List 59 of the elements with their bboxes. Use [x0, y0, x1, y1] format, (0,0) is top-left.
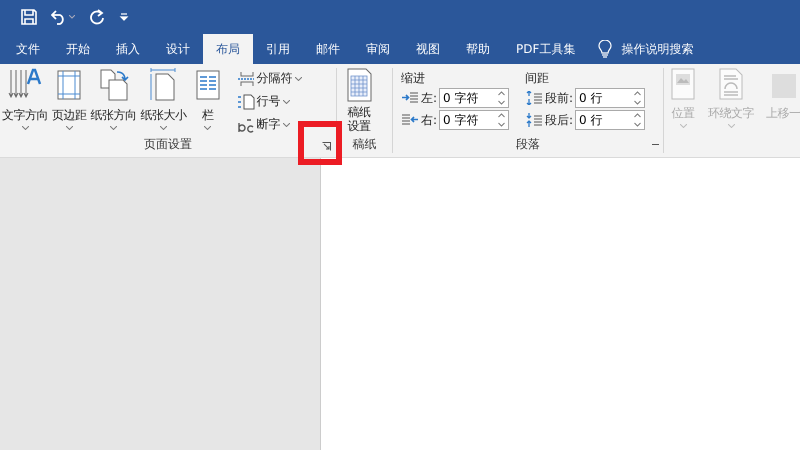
spin-field[interactable]: 0 字符 [439, 110, 510, 130]
spin-field[interactable]: 0 行 [575, 88, 646, 108]
spinner-arrows-icon[interactable] [498, 91, 506, 105]
ribbon-tab[interactable]: 文件 [3, 34, 53, 64]
caret-icon[interactable] [69, 15, 75, 19]
chevron-icon [728, 124, 734, 128]
ribbon-button[interactable]: 行号 [234, 91, 304, 112]
ribbon-tab[interactable]: 引用 [253, 34, 303, 64]
position-icon [670, 68, 696, 100]
spinner-arrows-icon[interactable] [498, 113, 506, 127]
ribbon-tab[interactable]: 视图 [403, 34, 453, 64]
field-label: 左: [421, 90, 438, 106]
line-numbers-icon [236, 94, 254, 110]
hyphenation-icon [236, 116, 254, 132]
ribbon-tab[interactable]: 布局 [203, 34, 253, 64]
spin-field[interactable]: 0 行 [575, 110, 646, 130]
button-label: 稿纸 [348, 105, 370, 119]
group-label: 稿纸 [352, 136, 376, 152]
group-label: 页面设置 [144, 136, 192, 152]
ribbon-tab[interactable]: 设计 [153, 34, 203, 64]
ribbon-tab[interactable]: 开始 [53, 34, 103, 64]
ribbon-button[interactable]: 纸张大小 [138, 68, 188, 130]
spacing-before-icon [525, 91, 543, 105]
spinner-arrows-icon[interactable] [634, 113, 642, 127]
tell-me-search[interactable]: 操作说明搜索 [598, 34, 694, 64]
page-break-icon [236, 70, 254, 86]
chevron-icon [680, 124, 686, 128]
ribbon-button[interactable]: 纸张方向 [88, 68, 138, 130]
ribbon-button[interactable]: 栏 [188, 68, 226, 130]
group-label: 段落 [516, 136, 540, 152]
spin-field[interactable]: 0 字符 [439, 88, 510, 108]
indent-left-icon [401, 91, 419, 105]
dialog-launcher-icon[interactable] [322, 142, 331, 151]
spinner-arrows-icon[interactable] [634, 91, 642, 105]
button-label: 设置 [348, 119, 370, 133]
ribbon-tab[interactable]: 帮助 [453, 34, 503, 64]
ribbon-button[interactable]: 文字方向 [0, 68, 50, 130]
section-label: 间距 [525, 70, 550, 86]
field-label: 右: [421, 112, 438, 128]
field-label: 段后: [545, 112, 574, 128]
indent-right-icon [401, 113, 419, 127]
grid-paper-icon [345, 68, 373, 102]
ribbon-tab[interactable]: 审阅 [353, 34, 403, 64]
ribbon-button[interactable]: 断字 [234, 114, 304, 135]
ribbon-button[interactable]: 分隔符 [234, 68, 304, 89]
customize-icon[interactable] [119, 12, 129, 22]
lightbulb-icon [598, 40, 612, 58]
ribbon-tab[interactable]: 插入 [103, 34, 153, 64]
ribbon-tab[interactable]: 邮件 [303, 34, 353, 64]
field-label: 段前: [545, 90, 574, 106]
section-label: 缩进 [401, 70, 426, 86]
ribbon-button[interactable]: 稿纸 设置 [337, 68, 375, 133]
redo-icon[interactable] [89, 9, 105, 25]
save-icon[interactable] [21, 9, 37, 25]
spacing-after-icon [525, 113, 543, 127]
dialog-launcher-icon[interactable] [652, 144, 659, 147]
wrap-text-icon [718, 68, 744, 100]
ribbon-tab[interactable]: PDF工具集 [503, 34, 588, 64]
ribbon-button[interactable]: 页边距 [50, 68, 88, 130]
